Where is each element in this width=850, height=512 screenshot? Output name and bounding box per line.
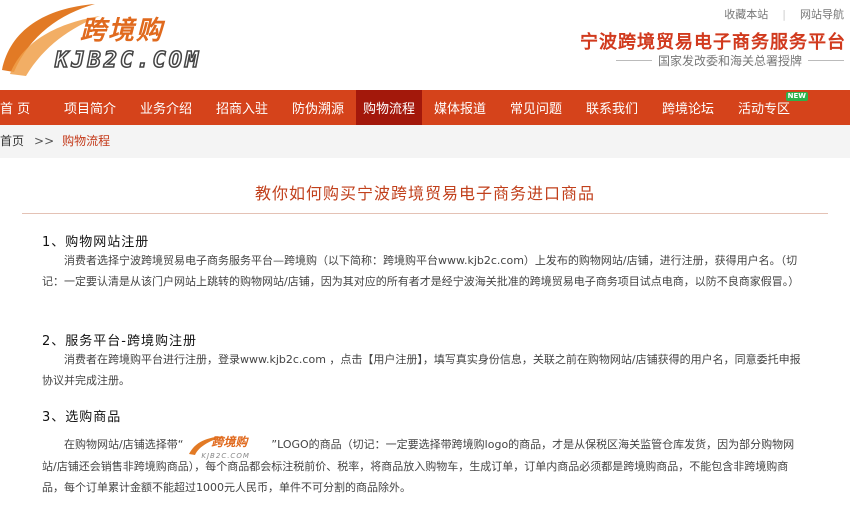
site-subtitle: 国家发改委和海关总署授牌 (610, 52, 850, 69)
bookmark-link[interactable]: 收藏本站 (718, 6, 774, 22)
new-badge: NEW (785, 92, 808, 101)
nav-item-forum[interactable]: 跨境论坛 (650, 90, 726, 125)
nav-item-shopping-flow[interactable]: 购物流程 (356, 90, 422, 125)
inline-logo-en: KJB2C.COM (201, 452, 250, 460)
nav-item-events[interactable]: 活动专区 NEW (726, 90, 808, 125)
divider (808, 60, 844, 61)
nav-item-media[interactable]: 媒体报道 (422, 90, 498, 125)
section-paragraph: 消费者选择宁波跨境贸易电子商务服务平台—跨境购（以下简称：跨境购平台www.kj… (42, 250, 802, 292)
section-heading: 3、选购商品 (42, 410, 122, 425)
site-header: 跨境购 KJB2C.COM 收藏本站 | 网站导航 宁波跨境贸易电子商务服务平台… (0, 0, 850, 90)
nav-item-events-label: 活动专区 (737, 102, 790, 117)
nav-item-home[interactable]: 首 页 (0, 90, 52, 125)
nav-item-faq[interactable]: 常见问题 (498, 90, 574, 125)
nav-item-anticounterfeit[interactable]: 防伪溯源 (280, 90, 356, 125)
section-paragraph: 在购物网站/店铺选择带“ 跨境购 KJB2C.COM ”LOGO的商品（切记：一定要选… (42, 434, 802, 498)
section-heading: 2、服务平台-跨境购注册 (42, 334, 197, 349)
page-title: 教你如何购买宁波跨境贸易电子商务进口商品 (254, 184, 595, 203)
section-heading: 1、购物网站注册 (42, 235, 150, 250)
logo-text-en: KJB2C.COM (54, 47, 202, 74)
breadcrumb-home[interactable]: 首页 (0, 132, 24, 149)
top-links: 收藏本站 | 网站导航 (718, 6, 850, 22)
divider (615, 60, 652, 61)
site-logo[interactable]: 跨境购 KJB2C.COM (0, 0, 220, 85)
site-subtitle-text: 国家发改委和海关总署授牌 (657, 54, 802, 68)
section-paragraph-text: 消费者选择宁波跨境贸易电子商务服务平台—跨境购（以下简称：跨境购平台www.kj… (42, 254, 800, 288)
divider: | (782, 7, 786, 21)
section-paragraph: 消费者在跨境购平台进行注册，登录www.kjb2c.com ，点击【用户注册】，… (42, 349, 802, 391)
logo-text-cn: 跨境购 (80, 16, 165, 46)
section-paragraph-text: 在购物网站/店铺选择带“ (64, 438, 184, 451)
breadcrumb-current[interactable]: 购物流程 (62, 132, 110, 149)
section-paragraph-text: 消费者在跨境购平台进行注册，登录www.kjb2c.com ，点击【用户注册】，… (42, 353, 801, 387)
breadcrumb: 首页 >> 购物流程 (0, 132, 110, 149)
site-nav-link[interactable]: 网站导航 (794, 6, 850, 22)
nav-item-business[interactable]: 业务介绍 (128, 90, 204, 125)
inline-brand-logo: 跨境购 KJB2C.COM (187, 434, 267, 460)
divider (22, 213, 828, 214)
breadcrumb-separator: >> (34, 133, 55, 148)
site-title: 宁波跨境贸易电子商务服务平台 (580, 32, 846, 53)
main-nav: 首 页 项目简介 业务介绍 招商入驻 防伪溯源 购物流程 媒体报道 常见问题 联… (0, 90, 850, 125)
nav-item-merchants[interactable]: 招商入驻 (204, 90, 280, 125)
nav-item-about[interactable]: 项目简介 (52, 90, 128, 125)
article-panel: 教你如何购买宁波跨境贸易电子商务进口商品 1、购物网站注册 消费者选择宁波跨境贸… (0, 158, 850, 512)
nav-item-contact[interactable]: 联系我们 (574, 90, 650, 125)
